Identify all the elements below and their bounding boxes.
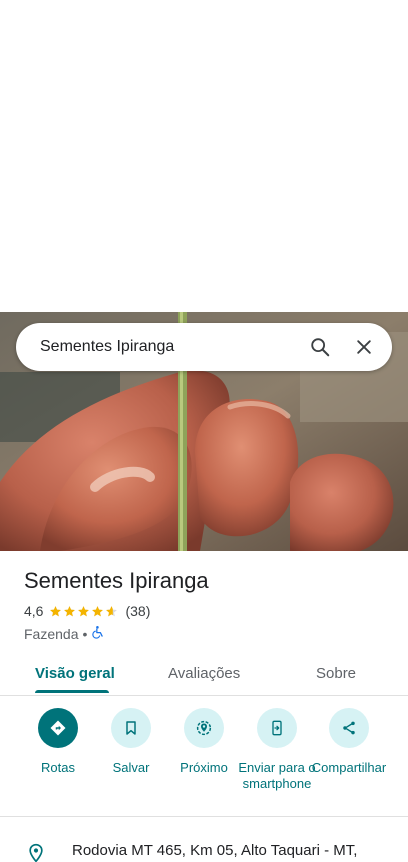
map-area[interactable] xyxy=(0,0,408,312)
nearby-icon xyxy=(184,708,224,748)
share-button[interactable]: Compartilhar xyxy=(309,708,389,776)
place-page: Sementes Ipiranga Sementes Ipiranga 4,6 … xyxy=(0,0,408,862)
share-icon xyxy=(329,708,369,748)
wheelchair-icon xyxy=(91,625,105,642)
star-icon xyxy=(92,605,104,616)
search-input[interactable]: Sementes Ipiranga xyxy=(40,338,298,356)
category-row: Fazenda • xyxy=(24,625,105,642)
tab-reviews[interactable]: Avaliações xyxy=(168,650,240,696)
nearby-button[interactable]: Próximo xyxy=(164,708,244,776)
send-to-phone-button[interactable]: Enviar para o smartphone xyxy=(237,708,317,792)
directions-button[interactable]: Rotas xyxy=(18,708,98,776)
send-to-phone-label: Enviar para o smartphone xyxy=(238,760,316,791)
place-title: Sementes Ipiranga xyxy=(24,568,209,593)
tab-about[interactable]: Sobre xyxy=(316,650,356,696)
save-button[interactable]: Salvar xyxy=(91,708,171,776)
rating-value: 4,6 xyxy=(24,603,44,619)
place-category[interactable]: Fazenda xyxy=(24,626,78,642)
location-pin-icon xyxy=(26,842,46,862)
directions-label: Rotas xyxy=(41,760,75,775)
nearby-label: Próximo xyxy=(180,760,228,775)
close-icon[interactable] xyxy=(342,325,386,369)
active-tab-indicator xyxy=(35,690,109,693)
separator: • xyxy=(82,625,88,642)
save-label: Salvar xyxy=(112,760,150,775)
search-icon[interactable] xyxy=(298,325,342,369)
rating-row[interactable]: 4,6 (38) xyxy=(24,603,150,619)
directions-icon xyxy=(38,708,78,748)
share-label: Compartilhar xyxy=(311,760,387,775)
review-count[interactable]: (38) xyxy=(125,603,150,619)
send-to-phone-icon xyxy=(257,708,297,748)
address-text: Rodovia MT 465, Km 05, Alto Taquari - MT… xyxy=(72,842,358,859)
star-icon xyxy=(50,605,62,616)
star-rating xyxy=(49,605,119,618)
star-icon xyxy=(78,605,90,616)
star-icon xyxy=(64,605,76,616)
divider xyxy=(0,816,408,817)
action-buttons: Rotas Salvar Próximo Enviar para o smart… xyxy=(0,708,408,816)
star-icon xyxy=(106,605,118,616)
bookmark-icon xyxy=(111,708,151,748)
search-bar[interactable]: Sementes Ipiranga xyxy=(16,323,392,371)
